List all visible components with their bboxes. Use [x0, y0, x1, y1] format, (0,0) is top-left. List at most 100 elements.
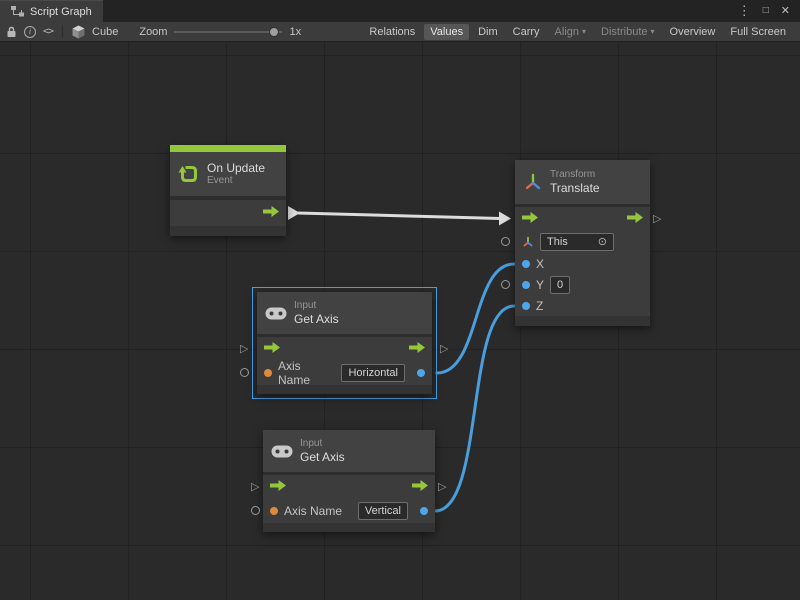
node-title: Get Axis: [294, 312, 339, 326]
flow-connection-start-arrow: [288, 206, 300, 220]
window-controls: ⋮ □ ✕: [738, 0, 800, 22]
graph-toolbar: i <> Cube Zoom 1x Relations Values Dim C…: [0, 22, 800, 42]
node-category: Input: [300, 438, 345, 450]
script-graph-icon: [11, 6, 24, 17]
target-picker-icon[interactable]: ⊙: [598, 237, 607, 248]
flow-input-port[interactable]: [522, 212, 538, 226]
graph-canvas[interactable]: On Update Event Transform Translate: [0, 42, 800, 600]
chevron-down-icon: ▾: [582, 28, 586, 36]
flow-row: [515, 207, 650, 231]
gamepad-icon: [265, 307, 287, 320]
flow-port-hint-icon[interactable]: ▷: [653, 212, 661, 226]
node-footer: [263, 523, 435, 532]
window-menu-icon[interactable]: ⋮: [738, 0, 751, 22]
y-input-port[interactable]: [522, 281, 530, 289]
z-port-row: Z: [515, 295, 650, 316]
values-button[interactable]: Values: [424, 24, 469, 40]
axis-name-input-port[interactable]: [264, 369, 272, 377]
node-header: On Update Event: [170, 152, 286, 196]
y-value-field[interactable]: 0: [550, 276, 570, 294]
distribute-label: Distribute: [601, 26, 647, 38]
flow-port-hint-icon[interactable]: ▷: [438, 480, 446, 494]
value-port-hint-icon[interactable]: [240, 368, 249, 377]
zoom-slider-track[interactable]: [174, 31, 282, 33]
window-maximize-icon[interactable]: □: [763, 0, 769, 22]
axis-name-input-port[interactable]: [270, 507, 278, 515]
axis-name-row: Axis Name Vertical: [263, 499, 435, 523]
cube-icon: [72, 25, 85, 39]
fullscreen-button[interactable]: Full Screen: [724, 24, 792, 40]
this-row: This ⊙: [515, 231, 650, 253]
chevron-down-icon: ▾: [651, 28, 655, 36]
zoom-label: Zoom: [139, 26, 167, 38]
flow-port-hint-icon[interactable]: ▷: [240, 342, 248, 356]
info-icon[interactable]: i: [24, 26, 36, 38]
distribute-dropdown[interactable]: Distribute ▾: [595, 24, 660, 40]
overview-button[interactable]: Overview: [664, 24, 722, 40]
node-category: Input: [294, 300, 339, 312]
result-output-port[interactable]: [417, 369, 425, 377]
y-port-label: Y: [536, 278, 544, 292]
event-color-bar: [170, 145, 286, 152]
flow-input-port[interactable]: [270, 480, 286, 494]
flow-row: [263, 475, 435, 499]
loop-event-icon: [178, 163, 200, 185]
tab-title: Script Graph: [30, 6, 92, 18]
this-field[interactable]: This ⊙: [540, 233, 614, 251]
vertical-to-z-connection: [435, 306, 514, 511]
axis-name-label: Axis Name: [284, 504, 342, 518]
value-port-hint-icon[interactable]: [501, 237, 510, 246]
x-port-row: X: [515, 253, 650, 274]
toolbar-buttons: Relations Values Dim Carry Align ▾ Distr…: [363, 24, 794, 40]
node-title: On Update: [207, 161, 265, 175]
zoom-slider-handle[interactable]: [269, 27, 279, 37]
axis-icon: [522, 236, 534, 248]
lock-icon[interactable]: [6, 26, 17, 38]
node-body[interactable]: Input Get Axis Axis Name Horizontal: [257, 292, 432, 394]
value-port-hint-icon[interactable]: [251, 506, 260, 515]
relations-button[interactable]: Relations: [363, 24, 421, 40]
node-title: Get Axis: [300, 450, 345, 464]
node-get-axis-horizontal[interactable]: Input Get Axis Axis Name Horizontal: [252, 287, 437, 399]
result-output-port[interactable]: [420, 507, 428, 515]
node-header: Input Get Axis: [257, 292, 432, 334]
tab-script-graph[interactable]: Script Graph: [0, 0, 103, 22]
gamepad-icon: [271, 445, 293, 458]
axis-name-field[interactable]: Vertical: [358, 502, 408, 520]
flow-output-port[interactable]: [627, 212, 643, 226]
node-footer: [170, 226, 286, 236]
flow-row: [257, 337, 432, 361]
dim-button[interactable]: Dim: [472, 24, 504, 40]
x-input-port[interactable]: [522, 260, 530, 268]
flow-row: [170, 200, 286, 226]
zoom-slider[interactable]: [174, 26, 282, 38]
flow-output-port[interactable]: [263, 206, 279, 220]
axis-name-field[interactable]: Horizontal: [341, 364, 405, 382]
z-port-label: Z: [536, 299, 543, 313]
node-on-update[interactable]: On Update Event: [170, 145, 286, 236]
carry-button[interactable]: Carry: [507, 24, 546, 40]
axis-name-row: Axis Name Horizontal: [257, 361, 432, 385]
flow-output-port[interactable]: [409, 342, 425, 356]
flow-connection-end-arrow: [499, 212, 511, 226]
align-dropdown[interactable]: Align ▾: [549, 24, 592, 40]
flow-input-port[interactable]: [264, 342, 280, 356]
node-subtitle: Event: [207, 175, 265, 187]
code-icon[interactable]: <>: [43, 26, 53, 37]
flow-port-hint-icon[interactable]: ▷: [440, 342, 448, 356]
value-port-hint-icon[interactable]: [501, 280, 510, 289]
object-name: Cube: [92, 26, 118, 38]
node-transform-translate[interactable]: Transform Translate This ⊙: [515, 160, 650, 326]
flow-connection: [298, 213, 500, 219]
z-input-port[interactable]: [522, 302, 530, 310]
flow-output-port[interactable]: [412, 480, 428, 494]
window-close-icon[interactable]: ✕: [781, 0, 790, 22]
node-header: Transform Translate: [515, 160, 650, 204]
flow-port-hint-icon[interactable]: ▷: [251, 480, 259, 494]
node-get-axis-vertical[interactable]: Input Get Axis Axis Name Vertical: [263, 430, 435, 532]
align-label: Align: [555, 26, 579, 38]
this-value: This: [547, 235, 568, 249]
x-port-label: X: [536, 257, 544, 271]
toolbar-separator: [62, 25, 63, 38]
tab-bar: Script Graph ⋮ □ ✕: [0, 0, 800, 22]
